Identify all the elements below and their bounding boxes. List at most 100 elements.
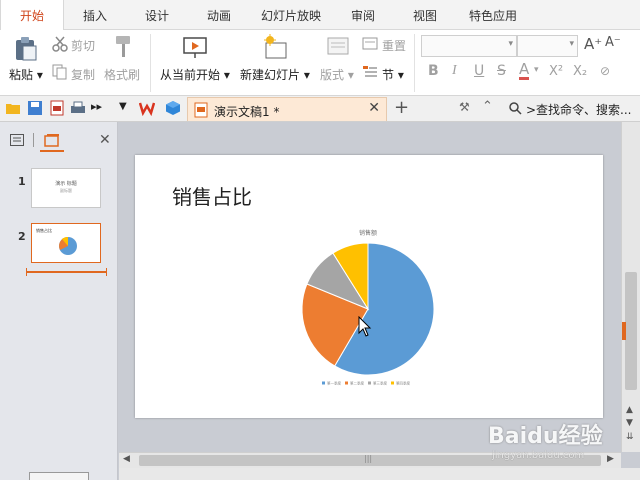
legend-label: 第四季度 — [396, 381, 410, 386]
section-icon — [363, 66, 377, 77]
export-pdf-icon[interactable] — [49, 100, 65, 116]
skin-icon[interactable]: ⚒ — [459, 100, 470, 114]
watermark-brand: Baidu经验 — [488, 424, 603, 449]
baidu-watermark: Baidu经验 jingyan.baidu.com — [488, 408, 638, 468]
wps-logo-icon[interactable] — [139, 100, 155, 116]
slide-number: 2 — [18, 230, 26, 243]
shrink-font-button[interactable]: A⁻ — [605, 35, 621, 50]
format-painter-button[interactable]: 格式刷 — [104, 66, 140, 83]
tab-review[interactable]: 审阅 — [343, 0, 383, 30]
slide-thumbnail-2[interactable]: 销售占比 — [31, 223, 101, 263]
tab-animation[interactable]: 动画 — [199, 0, 239, 30]
tab-design[interactable]: 设计 — [137, 0, 177, 30]
section-button[interactable]: 节 ▾ — [382, 66, 404, 83]
status-bar — [119, 468, 640, 480]
collapse-ribbon-icon[interactable]: ⌃ — [482, 99, 493, 114]
reset-button[interactable]: 重置 — [382, 37, 406, 54]
scissors-icon — [52, 36, 68, 52]
reset-icon — [362, 37, 378, 50]
tab-slideshow[interactable]: 幻灯片放映 — [258, 0, 324, 30]
outline-view-icon[interactable] — [10, 134, 24, 146]
scroll-position-marker — [622, 322, 626, 340]
slide-insert-marker-cap — [106, 268, 107, 276]
legend-swatch — [391, 381, 394, 385]
legend-label: 第二季度 — [350, 381, 364, 386]
play-from-current-button[interactable]: 从当前开始 ▾ — [160, 66, 230, 83]
mouse-cursor-icon — [358, 316, 372, 337]
slide-insert-marker — [26, 271, 107, 273]
ribbon-separator — [150, 34, 151, 92]
font-color-dropdown[interactable]: ▾ — [534, 65, 539, 75]
play-from-current-icon — [183, 37, 207, 58]
scroll-grip-icon: ||| — [364, 454, 373, 463]
paste-button[interactable]: 粘贴 ▾ — [9, 66, 43, 83]
legend-label: 第三季度 — [373, 381, 387, 386]
slide-thumbnail-1[interactable]: 演示 标题 副标题 — [31, 168, 101, 208]
superscript-button[interactable]: X² — [549, 64, 563, 79]
ribbon-separator — [414, 34, 415, 92]
quick-access-dropdown-icon[interactable]: ▼ — [119, 101, 127, 112]
new-slide-button[interactable]: 新建幻灯片 ▾ — [240, 66, 310, 83]
document-tab[interactable]: 演示文稿1 * ✕ — [187, 97, 387, 121]
command-search-input[interactable]: >查找命令、搜索... — [526, 101, 632, 118]
save-icon[interactable] — [27, 100, 43, 116]
ribbon-tab-bar: 开始 插入 设计 动画 幻灯片放映 审阅 视图 特色应用 — [0, 0, 640, 31]
quick-access-bar: ▸▸ ▼ 演示文稿1 * ✕ + ⚒ ⌃ >查找命令、搜索... — [0, 96, 640, 122]
legend-swatch — [345, 381, 348, 385]
slide-insert-marker-cap — [26, 268, 27, 276]
slides-panel: ✕ 1 演示 标题 副标题 2 销售占比 — [0, 122, 118, 480]
italic-button[interactable]: I — [452, 63, 457, 79]
thumb-title-text: 销售占比 — [36, 228, 52, 233]
new-tab-icon[interactable]: + — [394, 97, 409, 118]
legend-label: 第一季度 — [327, 381, 341, 386]
new-slide-icon — [264, 34, 287, 59]
tab-insert[interactable]: 插入 — [75, 0, 115, 30]
scroll-left-icon[interactable]: ◀ — [123, 454, 130, 464]
cloud-box-icon[interactable] — [165, 100, 181, 116]
chart-title: 销售额 — [359, 229, 377, 237]
vertical-scrollbar[interactable]: ▲ ▼ ⇊ — [621, 122, 640, 452]
grow-font-button[interactable]: A⁺ — [584, 35, 602, 53]
layout-icon — [327, 37, 349, 55]
subscript-button[interactable]: X₂ — [573, 64, 587, 79]
underline-button[interactable]: U — [474, 63, 484, 79]
font-color-button[interactable]: A — [519, 62, 530, 80]
document-title: 演示文稿1 * — [214, 105, 280, 119]
watermark-url: jingyan.baidu.com — [492, 450, 585, 461]
copy-button[interactable]: 复制 — [71, 66, 95, 83]
ribbon-home: 粘贴 ▾ 剪切 复制 格式刷 从当前开始 ▾ 新建幻灯片 ▾ 版式 ▾ 重置 节… — [0, 30, 640, 96]
tab-home[interactable]: 开始 — [0, 0, 64, 31]
more-quick-actions-icon[interactable]: ▸▸ — [91, 100, 102, 113]
vertical-scroll-thumb[interactable] — [625, 272, 637, 390]
bold-button[interactable]: B — [428, 63, 439, 79]
thumb-title-text: 演示 标题 — [55, 181, 77, 187]
legend-swatch — [368, 381, 371, 385]
notes-toggle[interactable] — [29, 472, 89, 480]
font-name-select[interactable]: ▾ — [421, 35, 517, 57]
slide-number: 1 — [18, 175, 26, 188]
close-tab-icon[interactable]: ✕ — [368, 100, 380, 116]
close-panel-icon[interactable]: ✕ — [99, 132, 111, 148]
font-size-select[interactable]: ▾ — [517, 35, 578, 57]
tab-view[interactable]: 视图 — [405, 0, 445, 30]
clear-format-button[interactable]: ⊘ — [600, 64, 610, 78]
layout-button[interactable]: 版式 ▾ — [320, 66, 354, 83]
strikethrough-button[interactable]: S — [497, 63, 506, 79]
legend-swatch — [322, 381, 325, 385]
presentation-doc-icon — [194, 102, 208, 118]
format-painter-icon — [116, 36, 130, 57]
sales-pie-chart[interactable]: 销售额第一季度 第二季度 第三季度 第四季度 — [135, 155, 603, 418]
print-icon[interactable] — [70, 100, 86, 116]
copy-icon — [52, 64, 67, 80]
slide-canvas[interactable]: 销售占比 销售额 第一季度 第二季度 第三季度 第四季度 — [135, 155, 603, 418]
active-view-indicator — [40, 150, 64, 152]
thumb-subtitle-text: 副标题 — [60, 188, 72, 193]
paste-icon[interactable] — [14, 36, 38, 62]
open-folder-icon[interactable] — [5, 100, 21, 116]
thumb-pie-icon — [59, 236, 77, 255]
tab-special[interactable]: 特色应用 — [463, 0, 523, 30]
search-icon — [509, 102, 522, 115]
slides-view-icon[interactable] — [44, 133, 60, 147]
panel-divider — [33, 133, 34, 147]
cut-button[interactable]: 剪切 — [71, 37, 95, 54]
